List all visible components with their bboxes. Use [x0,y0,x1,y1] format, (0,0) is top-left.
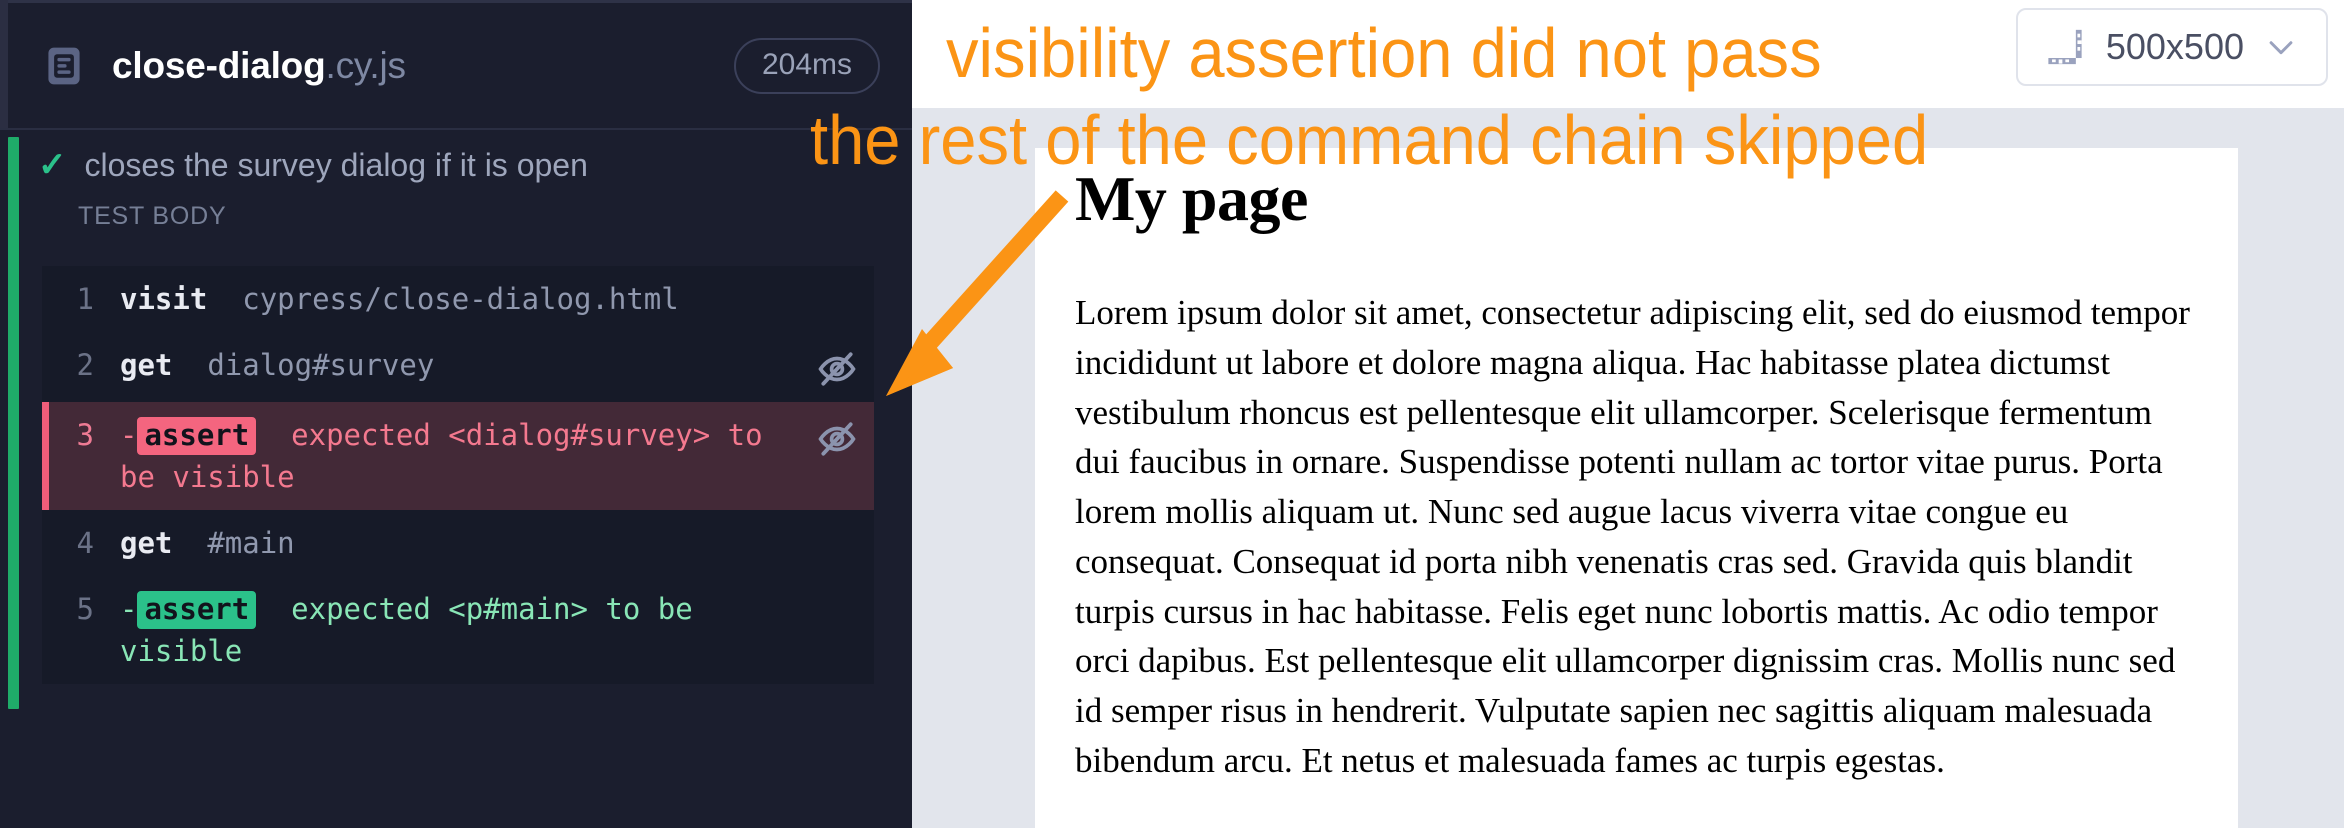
app-root: close-dialog.cy.js 204ms ✓ closes the su… [0,0,2344,828]
command-row[interactable]: 1 visit cypress/close-dialog.html [42,266,874,332]
command-body: get #main [120,522,800,564]
check-icon: ✓ [38,146,67,184]
test-body-label: TEST BODY [78,202,227,230]
command-list: 1 visit cypress/close-dialog.html 2 get … [42,266,874,684]
command-row-passed-assertion[interactable]: 5 - assert expected <p#main> to be visibl… [42,576,874,684]
assertion-tag: assert [137,591,257,629]
command-row[interactable]: 4 get #main [42,510,874,576]
app-preview-panel: 500x500 My page Lorem ipsum dolor sit am… [912,0,2344,828]
assertion-dash: - [120,592,138,626]
file-code-icon [42,44,86,88]
command-body: get dialog#survey [120,344,800,386]
command-body: - assert expected <dialog#survey> to be v… [120,414,800,498]
assertion-tag: assert [137,417,257,455]
spec-file-basename: close-dialog [112,44,326,86]
command-number: 4 [76,526,94,560]
test-status-bar-passed [8,137,19,709]
command-number: 1 [76,282,94,316]
spec-file-extension: .cy.js [325,44,406,86]
spec-header[interactable]: close-dialog.cy.js 204ms [8,0,912,128]
command-method: visit [120,282,208,316]
command-eye-slot [800,588,874,592]
command-number: 2 [76,348,94,382]
command-eye-slot [800,278,874,282]
eye-slash-icon[interactable] [800,344,874,390]
chevron-down-icon [2264,30,2298,64]
cypress-reporter-panel: close-dialog.cy.js 204ms ✓ closes the su… [0,0,912,828]
viewport-size-selector[interactable]: 500x500 [2015,8,2328,86]
command-method: get [120,526,173,560]
command-row-failed-assertion[interactable]: 3 - assert expected <dialog#survey> to be… [42,402,874,510]
command-body: visit cypress/close-dialog.html [120,278,800,320]
command-method: get [120,348,173,382]
command-argument: #main [207,526,295,560]
eye-slash-icon[interactable] [800,414,874,460]
assertion-dash: - [120,418,138,452]
page-paragraph: Lorem ipsum dolor sit amet, consectetur … [1075,293,2190,780]
rendered-app-page: My page Lorem ipsum dolor sit amet, cons… [1035,148,2238,828]
command-eye-slot [800,522,874,526]
command-number: 3 [76,418,94,452]
page-heading: My page [1075,163,1308,234]
test-block: ✓ closes the survey dialog if it is open… [0,128,912,828]
viewport-size-label: 500x500 [2105,26,2244,67]
command-body: - assert expected <p#main> to be visible [120,588,800,672]
test-title-row[interactable]: ✓ closes the survey dialog if it is open [38,138,588,192]
command-argument: cypress/close-dialog.html [242,282,679,316]
command-argument: dialog#survey [207,348,435,382]
test-title: closes the survey dialog if it is open [84,146,588,183]
command-number: 5 [76,592,94,626]
spec-file-name: close-dialog.cy.js [112,45,406,87]
spec-duration-badge: 204ms [733,37,880,94]
command-row[interactable]: 2 get dialog#survey [42,332,874,402]
ruler-icon [2044,26,2086,68]
